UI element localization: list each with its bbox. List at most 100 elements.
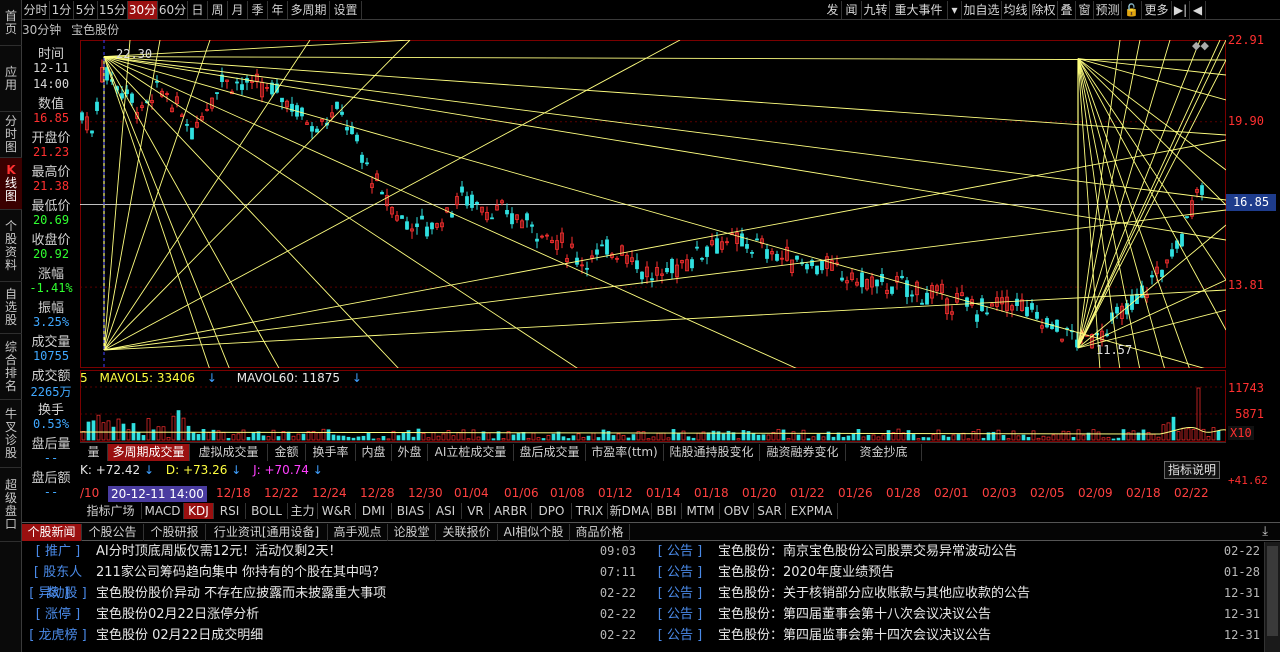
news-title[interactable]: 宝色股份 02月22日成交明细 (96, 625, 263, 646)
news-title[interactable]: 宝色股份：第四届监事会第十四次会议决议公告 (718, 625, 991, 646)
volume-indicator-tab[interactable]: 市盈率(ttm) (586, 444, 664, 461)
news-tab[interactable]: 论股堂 (388, 524, 436, 541)
news-item[interactable]: [ 公告 ] 宝色股份：第四届监事会第十四次会议决议公告 12-31 (650, 625, 1270, 646)
news-item[interactable]: [ 公告 ] 宝色股份：南京宝色股份公司股票交易异常波动公告 02-22 (650, 541, 1270, 562)
toolbar-action[interactable]: 窗 (1076, 1, 1094, 19)
indicator-tab[interactable]: BOLL (246, 503, 288, 519)
indicator-tab[interactable]: SAR (754, 503, 786, 519)
toolbar-action[interactable]: ▶| (1172, 1, 1190, 19)
indicator-tab[interactable]: RSI (214, 503, 246, 519)
indicator-tab[interactable]: ARBR (490, 503, 532, 519)
news-item[interactable]: [ 公告 ] 宝色股份：关于核销部分应收账款与其他应收款的公告 12-31 (650, 583, 1270, 604)
news-title[interactable]: 宝色股份：关于核销部分应收账款与其他应收款的公告 (718, 583, 1030, 604)
indicator-tab[interactable]: TRIX (572, 503, 608, 519)
news-title[interactable]: AI分时顶底周版仅需12元！活动仅剩2天！ (96, 541, 342, 562)
toolbar-action[interactable]: ▾ (948, 1, 962, 19)
toolbar-action[interactable]: 除权 (1030, 1, 1058, 19)
volume-indicator-tab[interactable]: 外盘 (392, 444, 428, 461)
news-item[interactable]: [ 公告 ] 宝色股份：第四届董事会第十八次会议决议公告 12-31 (650, 604, 1270, 625)
news-item[interactable]: [ 涨停 ] 宝色股份02月22日涨停分析 02-22 (28, 604, 648, 625)
news-title[interactable]: 宝色股份股价异动 不存在应披露而未披露重大事项 (96, 583, 386, 604)
period-button[interactable]: 5分 (74, 1, 98, 19)
volume-indicator-tab[interactable]: AI立桩成交量 (428, 444, 514, 461)
volume-indicator-tab[interactable]: 换手率 (306, 444, 356, 461)
period-button[interactable]: 季 (248, 1, 268, 19)
nav-item-ranking[interactable]: 综合排名 (0, 334, 22, 400)
nav-item-stock-profile[interactable]: 个股资料 (0, 210, 22, 282)
nav-item-super-quote[interactable]: 超级盘口 (0, 468, 22, 542)
scroll-thumb[interactable] (1267, 546, 1278, 636)
news-title[interactable]: 宝色股份：南京宝色股份公司股票交易异常波动公告 (718, 541, 1017, 562)
period-button[interactable]: 分时 (22, 1, 50, 19)
toolbar-action[interactable]: 加自选 (962, 1, 1002, 19)
volume-indicator-tab[interactable]: 融资融券变化 (760, 444, 846, 461)
indicator-tab[interactable]: 指标广场 (80, 503, 142, 519)
nav-item-kline[interactable]: K线图 (0, 158, 22, 210)
news-title[interactable]: 宝色股份：2020年度业绩预告 (718, 562, 894, 583)
indicator-tab[interactable]: BIAS (392, 503, 430, 519)
news-title[interactable]: 宝色股份：第四届董事会第十八次会议决议公告 (718, 604, 991, 625)
toolbar-action[interactable]: 发 (824, 1, 842, 19)
news-item[interactable]: [ 异动股 ] 宝色股份股价异动 不存在应披露而未披露重大事项 02-22 (28, 583, 648, 604)
toolbar-action[interactable]: 闻 (842, 1, 862, 19)
toolbar-action[interactable]: 更多 (1142, 1, 1172, 19)
volume-indicator-tab[interactable]: 盘后成交量 (514, 444, 586, 461)
toolbar-action[interactable]: 重大事件 (890, 1, 948, 19)
indicator-tab[interactable]: EXPMA (786, 503, 838, 519)
nav-item-watchlist[interactable]: 自选股 (0, 282, 22, 334)
period-button[interactable]: 周 (208, 1, 228, 19)
nav-item-diagnosis[interactable]: 牛叉诊股 (0, 400, 22, 468)
news-tab[interactable]: 关联报价 (436, 524, 498, 541)
news-tab[interactable]: 个股研报 (144, 524, 206, 541)
volume-indicator-tab[interactable]: 量 (80, 444, 108, 461)
volume-indicator-tab[interactable]: 资金抄底 (846, 444, 922, 461)
volume-indicator-tab[interactable]: 陆股通持股变化 (664, 444, 760, 461)
indicator-help-button[interactable]: 指标说明 (1164, 461, 1220, 479)
news-scrollbar[interactable] (1264, 542, 1280, 652)
volume-indicator-tab[interactable]: 金额 (268, 444, 306, 461)
volume-indicator-tab[interactable]: 虚拟成交量 (190, 444, 268, 461)
news-tab[interactable]: 商品价格 (570, 524, 630, 541)
period-button[interactable]: 60分 (158, 1, 188, 19)
news-item[interactable]: [ 公告 ] 宝色股份：2020年度业绩预告 01-28 (650, 562, 1270, 583)
indicator-tab[interactable]: MACD (142, 503, 184, 519)
indicator-tab[interactable]: W&R (318, 503, 356, 519)
news-tab[interactable]: 个股新闻 (22, 524, 82, 541)
news-tab[interactable]: 高手观点 (328, 524, 388, 541)
volume-indicator-tab[interactable]: 内盘 (356, 444, 392, 461)
nav-item-home[interactable]: 首页 (0, 0, 22, 46)
period-button[interactable]: 月 (228, 1, 248, 19)
news-tab[interactable]: 个股公告 (82, 524, 144, 541)
news-item[interactable]: [ 龙虎榜 ] 宝色股份 02月22日成交明细 02-22 (28, 625, 648, 646)
toolbar-action[interactable]: 叠 (1058, 1, 1076, 19)
period-button[interactable]: 多周期 (288, 1, 330, 19)
toolbar-action[interactable]: ◀ (1190, 1, 1206, 19)
period-button[interactable]: 年 (268, 1, 288, 19)
candlestick-chart[interactable]: 22.30 11.57 ◆◆ (80, 40, 1226, 368)
period-button[interactable]: 15分 (98, 1, 128, 19)
nav-item-apps[interactable]: 应用 (0, 46, 22, 112)
period-button[interactable]: 设置 (330, 1, 362, 19)
news-tab[interactable]: AI相似个股 (498, 524, 570, 541)
indicator-tab[interactable]: DMI (356, 503, 392, 519)
toolbar-action[interactable]: 均线 (1002, 1, 1030, 19)
nav-item-timeshare[interactable]: 分时图 (0, 112, 22, 158)
indicator-tab[interactable]: VR (462, 503, 490, 519)
period-button[interactable]: 1分 (50, 1, 74, 19)
indicator-tab[interactable]: KDJ (184, 503, 214, 519)
news-item[interactable]: [ 股东人数 ] 211家公司筹码趋向集中 你持有的个股在其中吗？ 07:11 (28, 562, 648, 601)
toolbar-action[interactable]: 预测 (1094, 1, 1122, 19)
toolbar-action[interactable]: 九转 (862, 1, 890, 19)
indicator-tab[interactable]: 主力 (288, 503, 318, 519)
indicator-tab[interactable]: 新DMA (608, 503, 652, 519)
volume-indicator-tab[interactable]: 多周期成交量 (108, 444, 190, 461)
indicator-tab[interactable]: MTM (682, 503, 720, 519)
period-button[interactable]: 30分 (128, 1, 158, 19)
indicator-tab[interactable]: DPO (532, 503, 572, 519)
indicator-tab[interactable]: BBI (652, 503, 682, 519)
news-item[interactable]: [ 推广 ] AI分时顶底周版仅需12元！活动仅剩2天！ 09:03 (28, 541, 648, 562)
news-title[interactable]: 211家公司筹码趋向集中 你持有的个股在其中吗？ (96, 562, 385, 583)
news-title[interactable]: 宝色股份02月22日涨停分析 (96, 604, 259, 625)
indicator-tab[interactable]: ASI (430, 503, 462, 519)
download-icon[interactable]: ⤓ (1262, 524, 1268, 539)
